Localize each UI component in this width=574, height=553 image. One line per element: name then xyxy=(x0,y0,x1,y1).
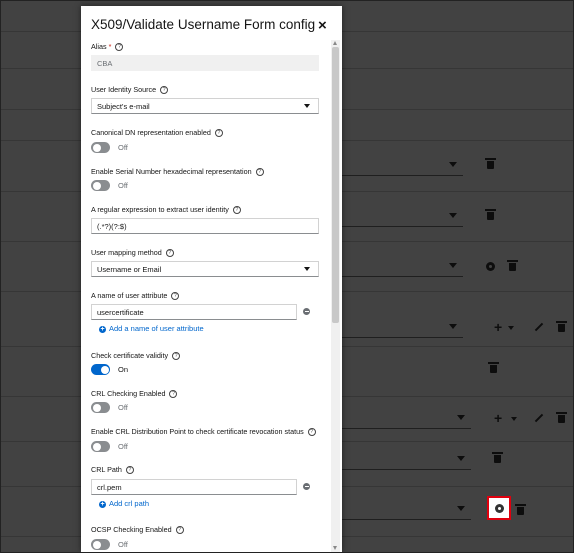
plus-circle-icon: + xyxy=(99,325,106,333)
crl-path-input[interactable]: crl.pem xyxy=(91,479,297,495)
alias-label: Alias *? xyxy=(91,42,124,52)
gear-icon xyxy=(495,504,504,513)
add-attr-name-link[interactable]: + Add a name of user attribute xyxy=(99,324,204,333)
help-icon[interactable]: ? xyxy=(255,168,264,177)
crl-enabled-label: CRL Checking Enabled? xyxy=(91,389,178,399)
remove-icon[interactable] xyxy=(303,483,310,490)
scroll-up-arrow-icon[interactable] xyxy=(333,41,337,45)
remove-icon[interactable] xyxy=(303,308,310,315)
help-icon[interactable]: ? xyxy=(172,352,181,361)
alias-input[interactable]: CBA xyxy=(91,55,319,71)
canonical-dn-toggle[interactable] xyxy=(91,142,110,153)
crl-enabled-state: Off xyxy=(118,403,128,412)
mapping-method-select[interactable]: Username or Email xyxy=(91,261,319,277)
scrollbar[interactable] xyxy=(331,40,340,552)
regex-input[interactable]: (.*?)(?:$) xyxy=(91,218,319,234)
help-icon[interactable]: ? xyxy=(160,86,169,95)
help-icon[interactable]: ? xyxy=(125,466,134,475)
crl-enabled-toggle[interactable] xyxy=(91,402,110,413)
config-modal: X509/Validate Username Form config × Ali… xyxy=(81,6,342,552)
ocsp-label: OCSP Checking Enabled? xyxy=(91,525,184,535)
regex-label: A regular expression to extract user ide… xyxy=(91,205,241,215)
required-marker: * xyxy=(108,42,112,51)
help-icon[interactable]: ? xyxy=(214,129,223,138)
help-icon[interactable]: ? xyxy=(165,249,174,258)
modal-title: X509/Validate Username Form config xyxy=(91,17,316,32)
ocsp-state: Off xyxy=(118,540,128,549)
crl-dp-toggle[interactable] xyxy=(91,441,110,452)
canonical-dn-label: Canonical DN representation enabled? xyxy=(91,128,223,138)
help-icon[interactable]: ? xyxy=(232,206,241,215)
attr-name-label: A name of user attribute? xyxy=(91,291,180,301)
help-icon[interactable]: ? xyxy=(175,526,184,535)
identity-source-value: Subject's e-mail xyxy=(97,102,150,111)
canonical-dn-state: Off xyxy=(118,143,128,152)
help-icon[interactable]: ? xyxy=(307,428,316,437)
close-icon[interactable]: × xyxy=(318,18,327,33)
crl-dp-label: Enable CRL Distribution Point to check c… xyxy=(91,427,316,437)
mapping-method-label: User mapping method? xyxy=(91,248,174,258)
chevron-down-icon xyxy=(304,104,310,108)
attr-name-input[interactable]: usercertificate xyxy=(91,304,297,320)
crl-dp-state: Off xyxy=(118,442,128,451)
help-icon[interactable]: ? xyxy=(115,43,124,52)
plus-circle-icon: + xyxy=(99,500,106,508)
highlighted-config-button[interactable] xyxy=(487,496,511,520)
help-icon[interactable]: ? xyxy=(169,390,178,399)
check-validity-toggle[interactable] xyxy=(91,364,110,375)
add-crl-path-link[interactable]: + Add crl path xyxy=(99,499,149,508)
serial-hex-label: Enable Serial Number hexadecimal represe… xyxy=(91,167,264,177)
screen: + + X509/Validate Username Form config ×… xyxy=(0,0,574,553)
help-icon[interactable]: ? xyxy=(171,292,180,301)
check-validity-label: Check certificate validity? xyxy=(91,351,181,361)
chevron-down-icon xyxy=(304,267,310,271)
scrollbar-thumb[interactable] xyxy=(332,47,339,323)
mapping-method-value: Username or Email xyxy=(97,265,162,274)
ocsp-toggle[interactable] xyxy=(91,539,110,550)
crl-path-label: CRL Path? xyxy=(91,465,134,475)
serial-hex-state: Off xyxy=(118,181,128,190)
identity-source-select[interactable]: Subject's e-mail xyxy=(91,98,319,114)
check-validity-state: On xyxy=(118,365,129,374)
identity-source-label: User Identity Source? xyxy=(91,85,169,95)
serial-hex-toggle[interactable] xyxy=(91,180,110,191)
scroll-down-arrow-icon[interactable] xyxy=(333,546,337,550)
